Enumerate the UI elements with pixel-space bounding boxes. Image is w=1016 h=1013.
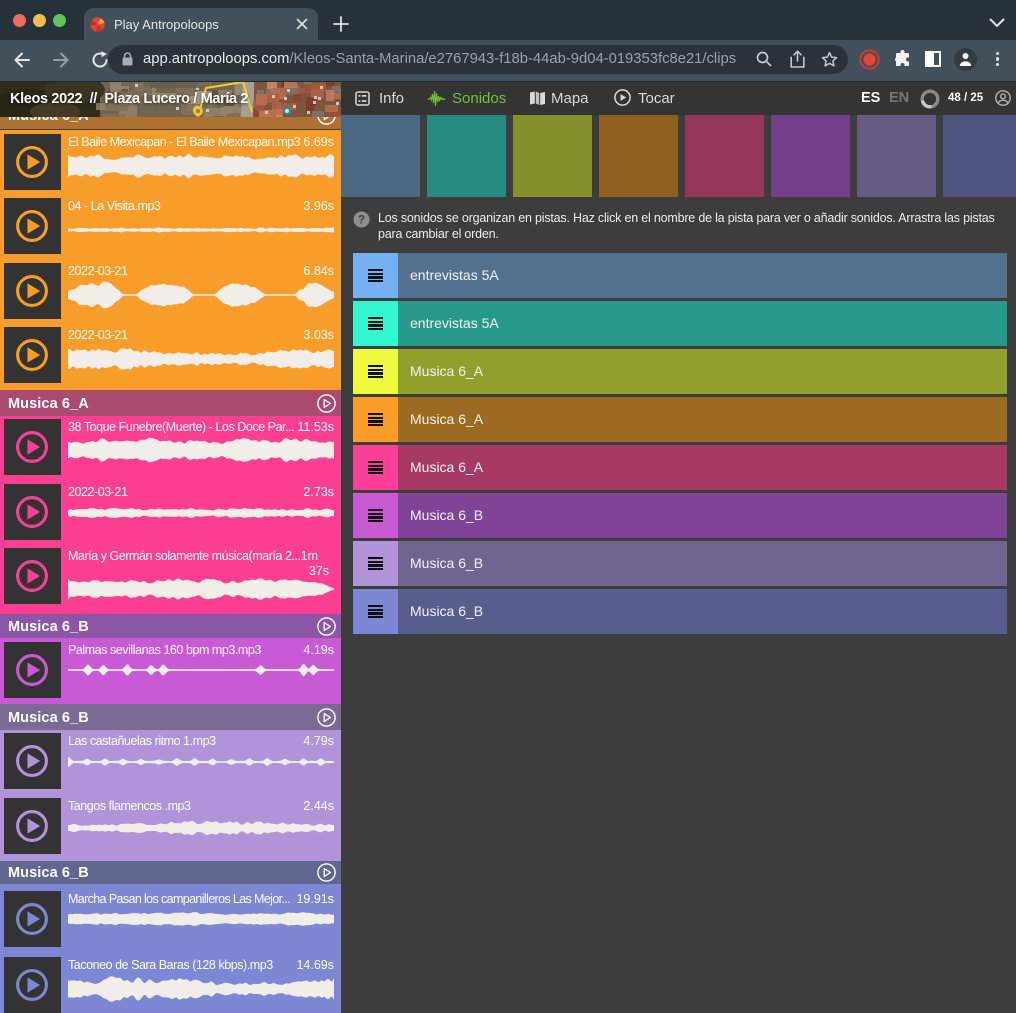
svg-text:?: ? — [358, 214, 365, 226]
